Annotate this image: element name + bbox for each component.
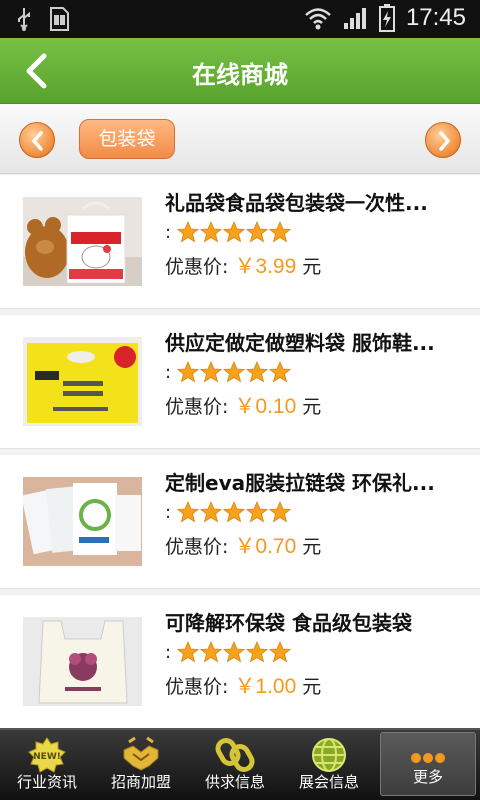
price-unit: 元 <box>302 536 322 558</box>
clock: 17:45 <box>405 4 466 31</box>
signal-icon <box>343 8 366 29</box>
nav-label: 展会信息 <box>298 773 359 791</box>
price-amount: ￥0.70 <box>234 535 297 558</box>
star-icon <box>200 641 223 663</box>
category-prev-button[interactable] <box>19 122 55 158</box>
rating-prefix: : <box>165 641 172 663</box>
page-title: 在线商城 <box>192 61 288 89</box>
product-rating: : <box>165 220 292 244</box>
product-list: 礼品袋食品袋包装袋一次性... : 优惠价: ￥3.99 元 供应定做定做塑料袋… <box>0 175 480 729</box>
nav-label: 招商加盟 <box>110 773 171 791</box>
product-price: 优惠价: ￥1.00 元 <box>165 670 321 700</box>
product-thumbnail <box>23 477 142 566</box>
wifi-icon <box>305 8 331 30</box>
product-price: 优惠价: ￥0.10 元 <box>165 390 321 420</box>
star-icon <box>200 221 223 243</box>
star-icon <box>200 361 223 383</box>
nav-item-exhibition[interactable]: 展会信息 <box>282 730 376 800</box>
nav-item-industry-news[interactable]: NEW! 行业资讯 <box>0 730 94 800</box>
price-label: 优惠价: <box>165 676 229 698</box>
star-icon <box>177 361 200 383</box>
svg-text:NEW!: NEW! <box>33 752 61 762</box>
category-bar: 包装袋 <box>0 104 480 174</box>
product-title: 可降解环保袋 食品级包装袋 <box>165 611 412 635</box>
chevron-left-icon <box>31 131 43 151</box>
product-thumbnail <box>23 617 142 706</box>
price-amount: ￥0.10 <box>234 395 297 418</box>
star-icon <box>246 501 269 523</box>
star-icon <box>246 641 269 663</box>
nav-item-investment[interactable]: 招商加盟 <box>94 730 188 800</box>
star-icon <box>269 641 292 663</box>
star-icon <box>246 221 269 243</box>
price-unit: 元 <box>302 676 322 698</box>
chevron-right-icon <box>439 131 451 151</box>
star-icon <box>200 501 223 523</box>
nav-label: 更多 <box>412 768 443 786</box>
star-icon <box>246 361 269 383</box>
battery-icon <box>378 4 395 32</box>
star-icon <box>223 221 246 243</box>
star-icon <box>223 361 246 383</box>
star-icon <box>269 501 292 523</box>
nav-item-supply-demand[interactable]: 供求信息 <box>188 730 282 800</box>
usb-icon <box>18 8 30 31</box>
star-icon <box>269 361 292 383</box>
price-amount: ￥1.00 <box>234 675 297 698</box>
product-item[interactable]: 可降解环保袋 食品级包装袋 : 优惠价: ￥1.00 元 <box>0 595 480 729</box>
globe-icon <box>312 738 346 772</box>
app-header: 在线商城 <box>0 38 480 104</box>
star-icon <box>177 221 200 243</box>
category-next-button[interactable] <box>425 122 461 158</box>
product-item[interactable]: 礼品袋食品袋包装袋一次性... : 优惠价: ￥3.99 元 <box>0 175 480 309</box>
rating-prefix: : <box>165 221 172 243</box>
star-icon <box>269 221 292 243</box>
price-unit: 元 <box>302 396 322 418</box>
nav-label: 供求信息 <box>204 773 265 791</box>
price-amount: ￥3.99 <box>234 255 297 278</box>
product-rating: : <box>165 500 292 524</box>
product-title: 礼品袋食品袋包装袋一次性... <box>165 191 428 215</box>
price-label: 优惠价: <box>165 536 229 558</box>
rating-prefix: : <box>165 501 172 523</box>
star-icon <box>223 501 246 523</box>
star-icon <box>177 501 200 523</box>
nav-label: 行业资讯 <box>16 773 77 791</box>
product-thumbnail <box>23 197 142 286</box>
new-badge-icon: NEW! <box>28 737 66 773</box>
product-rating: : <box>165 360 292 384</box>
star-icon <box>177 641 200 663</box>
handshake-icon <box>123 736 159 771</box>
product-title: 供应定做定做塑料袋 服饰鞋... <box>165 331 435 355</box>
product-price: 优惠价: ￥0.70 元 <box>165 530 321 560</box>
category-tab-selected[interactable]: 包装袋 <box>79 119 175 159</box>
status-bar: 17:45 <box>0 0 480 38</box>
price-unit: 元 <box>302 256 322 278</box>
nav-item-more[interactable]: 更多 <box>380 732 476 796</box>
chain-link-icon <box>215 738 255 772</box>
rating-prefix: : <box>165 361 172 383</box>
product-item[interactable]: 供应定做定做塑料袋 服饰鞋... : 优惠价: ￥0.10 元 <box>0 315 480 449</box>
price-label: 优惠价: <box>165 256 229 278</box>
sd-card-icon <box>50 7 69 31</box>
product-rating: : <box>165 640 292 664</box>
product-price: 优惠价: ￥3.99 元 <box>165 250 321 280</box>
bottom-nav: NEW! 行业资讯 招商加盟 供求信息 展会信息 更多 <box>0 728 480 800</box>
product-title: 定制eva服装拉链袋 环保礼... <box>165 471 435 495</box>
price-label: 优惠价: <box>165 396 229 418</box>
star-icon <box>223 641 246 663</box>
product-item[interactable]: 定制eva服装拉链袋 环保礼... : 优惠价: ￥0.70 元 <box>0 455 480 589</box>
product-thumbnail <box>23 337 142 426</box>
